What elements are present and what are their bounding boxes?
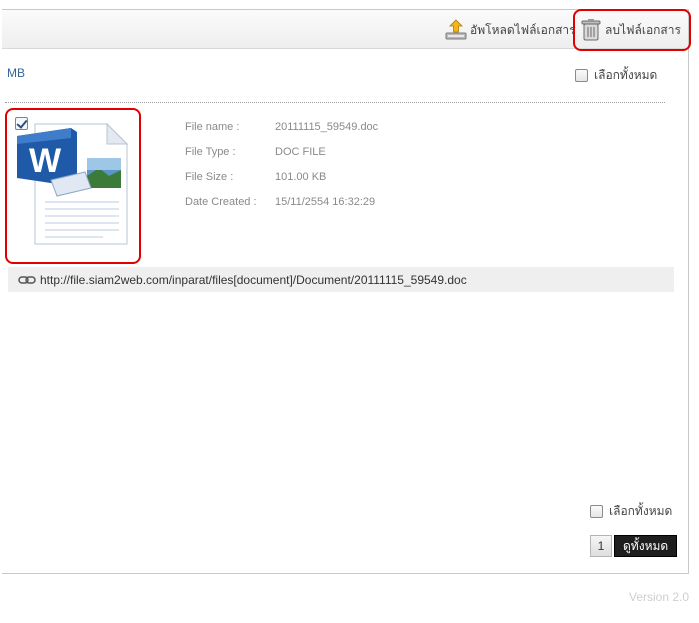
delete-button-highlight xyxy=(573,9,691,51)
unit-label: MB xyxy=(7,66,25,80)
file-size-key: File Size : xyxy=(185,171,234,183)
date-created-key: Date Created : xyxy=(185,196,257,208)
file-type-value: DOC FILE xyxy=(275,146,326,158)
upload-document-label: อัพโหลดไฟล์เอกสาร xyxy=(470,22,576,37)
file-name-row: File name : 20111115_59549.doc xyxy=(185,121,378,146)
select-all-label: เลือกทั้งหมด xyxy=(594,68,658,82)
file-name-key: File name : xyxy=(185,121,240,133)
divider xyxy=(5,102,665,103)
file-size-value: 101.00 KB xyxy=(275,171,327,183)
date-created-value: 15/11/2554 16:32:29 xyxy=(275,196,376,208)
select-all-bottom[interactable]: เลือกทั้งหมด xyxy=(590,502,672,521)
file-item-highlight xyxy=(5,108,141,264)
file-name-value: 20111115_59549.doc xyxy=(275,121,379,133)
select-all-top[interactable]: เลือกทั้งหมด xyxy=(575,66,657,85)
file-type-key: File Type : xyxy=(185,146,236,158)
page-1-button[interactable]: 1 xyxy=(590,535,612,557)
file-url[interactable]: http://file.siam2web.com/inparat/files[d… xyxy=(40,273,467,287)
select-all-checkbox-bottom[interactable] xyxy=(590,505,603,518)
pagination: 1 ดูทั้งหมด xyxy=(590,535,678,557)
upload-icon xyxy=(442,17,470,43)
upload-document-button[interactable]: อัพโหลดไฟล์เอกสาร xyxy=(442,17,576,43)
version-label: Version 2.0 xyxy=(629,590,690,604)
file-size-row: File Size : 101.00 KB xyxy=(185,171,378,196)
file-select-checkbox[interactable] xyxy=(15,117,28,130)
view-all-button[interactable]: ดูทั้งหมด xyxy=(614,535,678,557)
file-url-bar: http://file.siam2web.com/inparat/files[d… xyxy=(8,267,674,292)
select-all-checkbox[interactable] xyxy=(575,69,588,82)
file-type-row: File Type : DOC FILE xyxy=(185,146,378,171)
file-details: File name : 20111115_59549.doc File Type… xyxy=(185,121,378,221)
date-created-row: Date Created : 15/11/2554 16:32:29 xyxy=(185,196,378,221)
select-all-label-bottom: เลือกทั้งหมด xyxy=(609,504,673,518)
link-icon xyxy=(18,275,36,284)
